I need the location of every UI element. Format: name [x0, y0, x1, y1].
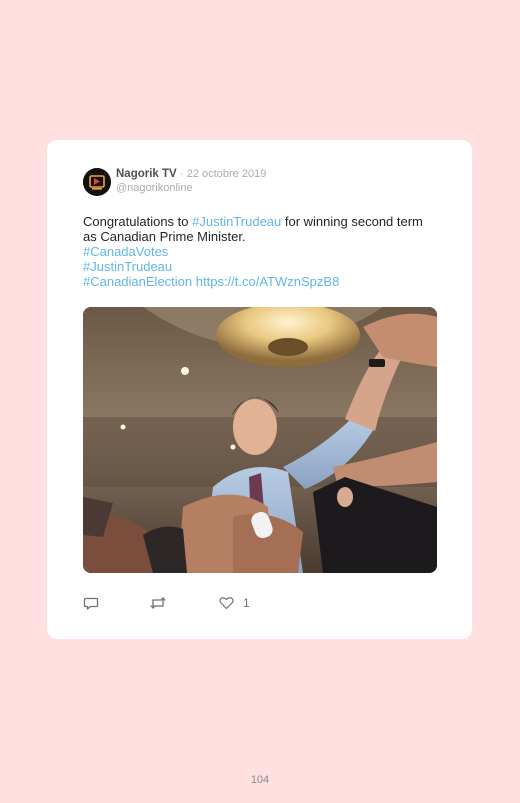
author-handle[interactable]: @nagorikonline: [116, 182, 193, 194]
tweet-header: Nagorik TV · 22 octobre 2019: [116, 168, 266, 180]
reply-button[interactable]: [83, 595, 99, 611]
tweet-photo[interactable]: [83, 307, 437, 573]
hashtag-link[interactable]: #JustinTrudeau: [83, 259, 443, 274]
author-name[interactable]: Nagorik TV: [116, 168, 177, 180]
nagorik-logo-icon: [83, 168, 111, 196]
hashtag-link[interactable]: #JustinTrudeau: [192, 214, 281, 229]
avatar[interactable]: [83, 168, 111, 196]
tweet-line-5: #CanadianElection https://t.co/ATWznSpzB…: [83, 274, 443, 289]
tweet-line-1: Congratulations to #JustinTrudeau for wi…: [83, 214, 443, 229]
header-separator: ·: [179, 168, 184, 180]
tweet-text: Congratulations to #JustinTrudeau for wi…: [83, 214, 443, 289]
hashtag-link[interactable]: #CanadaVotes: [83, 244, 443, 259]
tweet-url-link[interactable]: https://t.co/ATWznSpzB8: [196, 274, 340, 289]
tweet-text-suffix: for winning second term: [281, 214, 423, 229]
tweet-actions: 1: [83, 595, 283, 611]
tweet-date[interactable]: 22 octobre 2019: [187, 168, 267, 180]
tweet-text-prefix: Congratulations to: [83, 214, 193, 229]
tweet-line-2: as Canadian Prime Minister.: [83, 229, 246, 244]
retweet-icon: [150, 597, 166, 609]
heart-icon: [219, 597, 234, 610]
reply-icon: [83, 597, 99, 610]
like-count: 1: [243, 596, 250, 610]
like-button[interactable]: 1: [219, 595, 250, 611]
tweet-card: Nagorik TV · 22 octobre 2019 @nagorikonl…: [47, 140, 472, 639]
retweet-button[interactable]: [149, 595, 167, 611]
election-rally-photo: [83, 307, 437, 573]
page-number: 104: [250, 774, 270, 786]
hashtag-link[interactable]: #CanadianElection: [83, 274, 192, 289]
